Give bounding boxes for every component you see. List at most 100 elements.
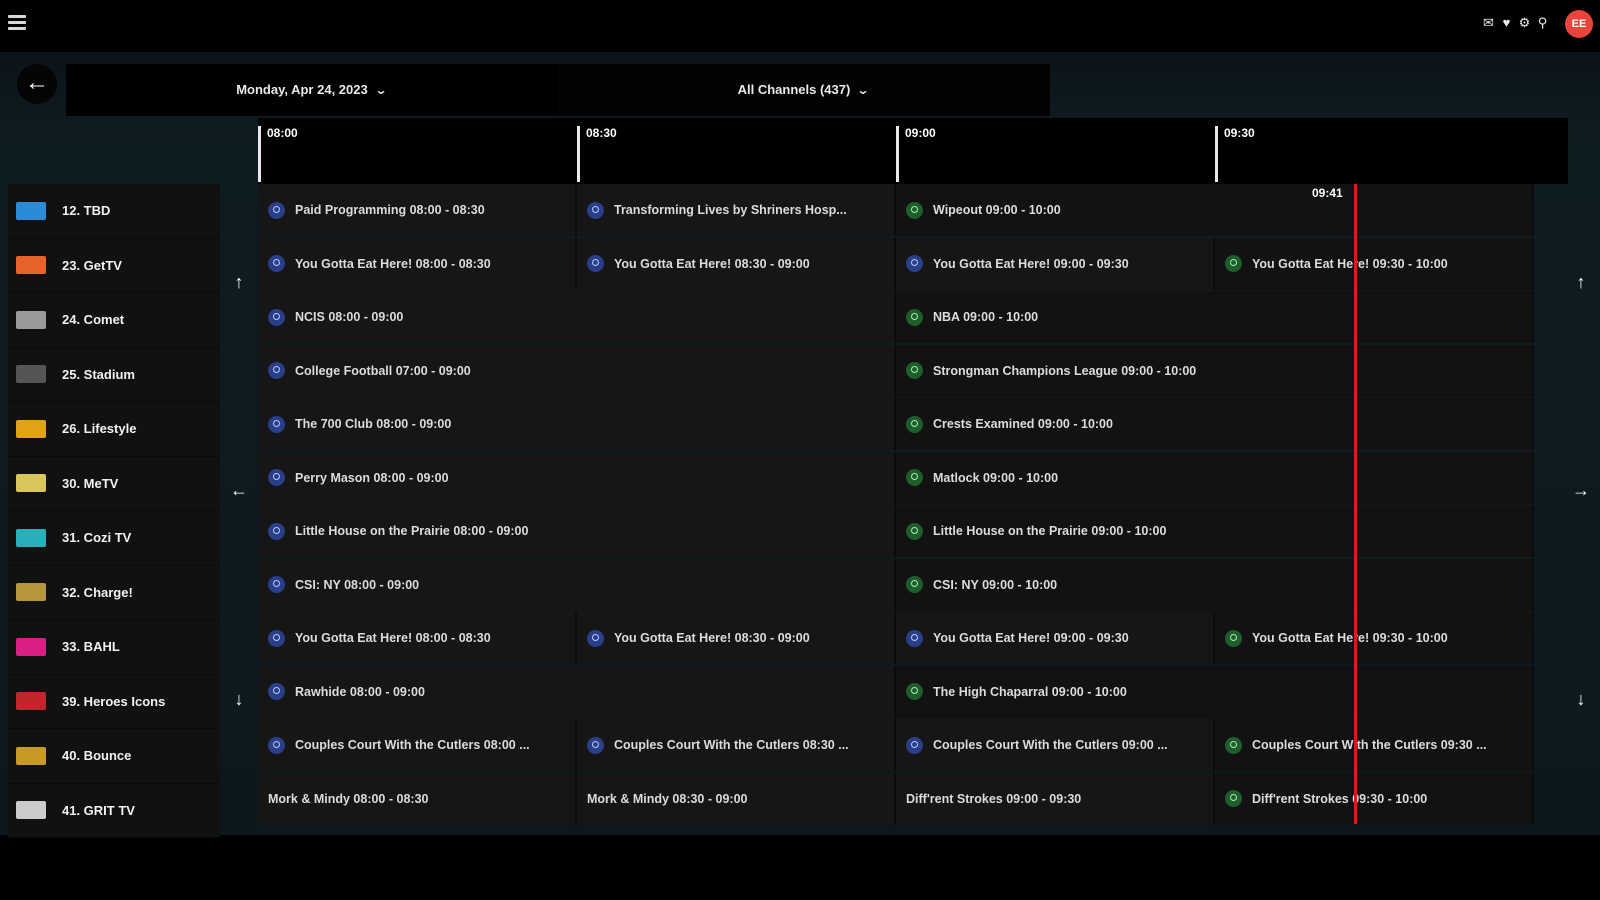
program-title: The 700 Club 08:00 - 09:00 <box>295 417 452 431</box>
program-cell[interactable]: Crests Examined 09:00 - 10:00 <box>896 398 1534 450</box>
program-cell[interactable]: Couples Court With the Cutlers 09:00 ... <box>896 719 1215 771</box>
channel-row[interactable]: 41. GRIT TV <box>8 783 220 838</box>
program-title: Couples Court With the Cutlers 08:00 ... <box>295 738 530 752</box>
schedule-row: CSI: NY 08:00 - 09:00 CSI: NY 09:00 - 10:… <box>258 558 1566 613</box>
channel-name: 41. GRIT TV <box>62 802 135 818</box>
past-status-icon <box>587 255 604 272</box>
live-status-icon <box>1225 255 1242 272</box>
channel-logo <box>16 256 46 275</box>
scroll-up-arrow-icon[interactable]: ↑ <box>1566 272 1596 293</box>
program-cell[interactable]: You Gotta Eat Here! 09:00 - 09:30 <box>896 237 1215 290</box>
program-cell[interactable]: Couples Court With the Cutlers 08:00 ... <box>258 719 577 771</box>
channel-row[interactable]: 39. Heroes Icons <box>8 674 220 729</box>
program-cell[interactable]: Couples Court With the Cutlers 09:30 ... <box>1215 719 1534 771</box>
channel-row[interactable]: 31. Cozi TV <box>8 511 220 566</box>
channel-row[interactable]: 30. MeTV <box>8 456 220 511</box>
program-cell[interactable]: Little House on the Prairie 09:00 - 10:0… <box>896 505 1534 557</box>
scroll-up-arrow-icon[interactable]: ↑ <box>224 272 254 293</box>
program-title: Perry Mason 08:00 - 09:00 <box>295 470 449 485</box>
program-title: Wipeout 09:00 - 10:00 <box>933 203 1061 217</box>
channel-row[interactable]: 33. BAHL <box>8 620 220 675</box>
channel-row[interactable]: 24. Comet <box>8 293 220 348</box>
program-cell[interactable]: You Gotta Eat Here! 09:00 - 09:30 <box>896 612 1215 664</box>
program-cell[interactable]: Paid Programming 08:00 - 08:30 <box>258 184 577 236</box>
past-status-icon <box>906 255 923 272</box>
hamburger-menu-icon[interactable] <box>6 12 28 34</box>
program-title: CSI: NY 09:00 - 10:00 <box>933 577 1058 592</box>
program-cell[interactable]: The 700 Club 08:00 - 09:00 <box>258 398 896 450</box>
program-cell[interactable]: Wipeout 09:00 - 10:00 <box>896 184 1534 236</box>
program-cell[interactable]: You Gotta Eat Here! 09:30 - 10:00 <box>1215 237 1534 290</box>
date-selector[interactable]: Monday, Apr 24, 2023 ⌄ <box>66 64 556 116</box>
scroll-down-arrow-icon[interactable]: ↓ <box>1566 689 1596 710</box>
program-title: You Gotta Eat Here! 08:00 - 08:30 <box>295 256 491 271</box>
program-title: Rawhide 08:00 - 09:00 <box>295 684 425 699</box>
program-cell[interactable]: Matlock 09:00 - 10:00 <box>896 451 1534 504</box>
program-cell[interactable]: You Gotta Eat Here! 08:00 - 08:30 <box>258 237 577 290</box>
program-cell[interactable]: The High Chaparral 09:00 - 10:00 <box>896 665 1534 718</box>
heart-icon[interactable]: ♥ <box>1499 15 1514 31</box>
schedule-row: The 700 Club 08:00 - 09:00 Crests Examine… <box>258 398 1566 452</box>
program-cell[interactable]: Couples Court With the Cutlers 08:30 ... <box>577 719 896 771</box>
program-cell[interactable]: Mork & Mindy 08:00 - 08:30 <box>258 772 577 825</box>
mail-icon[interactable]: ✉ <box>1481 15 1496 31</box>
channel-filter-selector[interactable]: All Channels (437) ⌄ <box>556 64 1050 116</box>
schedule-row: NCIS 08:00 - 09:00 NBA 09:00 - 10:00 <box>258 291 1566 345</box>
program-cell[interactable]: You Gotta Eat Here! 08:00 - 08:30 <box>258 612 577 664</box>
program-cell[interactable]: NBA 09:00 - 10:00 <box>896 291 1534 343</box>
program-cell[interactable]: CSI: NY 09:00 - 10:00 <box>896 558 1534 611</box>
past-status-icon <box>268 415 285 433</box>
program-title: Couples Court With the Cutlers 08:30 ... <box>614 738 849 752</box>
program-title: You Gotta Eat Here! 09:30 - 10:00 <box>1252 256 1448 271</box>
program-title: CSI: NY 08:00 - 09:00 <box>295 577 420 592</box>
program-title: Little House on the Prairie 09:00 - 10:0… <box>933 524 1167 538</box>
program-cell[interactable]: Strongman Champions League 09:00 - 10:00 <box>896 344 1534 397</box>
channel-logo <box>16 365 46 384</box>
program-cell[interactable]: Mork & Mindy 08:30 - 09:00 <box>577 772 896 825</box>
time-tick: 08:00 <box>258 126 298 182</box>
channel-name: 33. BAHL <box>62 639 120 655</box>
search-icon[interactable]: ⚲ <box>1535 15 1550 31</box>
scroll-down-arrow-icon[interactable]: ↓ <box>224 689 254 710</box>
channel-row[interactable]: 26. Lifestyle <box>8 402 220 457</box>
scroll-forward-arrow-icon[interactable]: → <box>1566 480 1596 501</box>
program-cell[interactable]: CSI: NY 08:00 - 09:00 <box>258 558 896 611</box>
live-status-icon <box>906 576 923 593</box>
channel-logo <box>16 201 46 220</box>
program-cell[interactable]: Little House on the Prairie 08:00 - 09:0… <box>258 505 896 557</box>
channel-row[interactable]: 25. Stadium <box>8 347 220 402</box>
program-cell[interactable]: Transforming Lives by Shriners Hosp... <box>577 184 896 236</box>
past-status-icon <box>587 201 604 219</box>
past-status-icon <box>268 255 285 272</box>
channel-name: 31. Cozi TV <box>62 530 132 546</box>
program-cell[interactable]: Rawhide 08:00 - 09:00 <box>258 665 896 718</box>
live-status-icon <box>906 362 923 379</box>
chevron-down-icon: ⌄ <box>856 83 870 97</box>
channel-logo <box>16 801 46 820</box>
avatar[interactable]: EE <box>1565 10 1593 38</box>
program-title: Crests Examined 09:00 - 10:00 <box>933 417 1113 431</box>
program-title: Transforming Lives by Shriners Hosp... <box>614 203 847 217</box>
top-icon-group: ✉ ♥ ⚙ ⚲ <box>1481 15 1550 31</box>
back-arrow-icon[interactable]: ← <box>17 64 57 104</box>
program-cell[interactable]: You Gotta Eat Here! 08:30 - 09:00 <box>577 612 896 664</box>
date-selector-label: Monday, Apr 24, 2023 <box>236 82 368 97</box>
program-cell[interactable]: You Gotta Eat Here! 09:30 - 10:00 <box>1215 612 1534 664</box>
channel-row[interactable]: 40. Bounce <box>8 729 220 784</box>
program-title: Couples Court With the Cutlers 09:00 ... <box>933 738 1168 752</box>
program-cell[interactable]: NCIS 08:00 - 09:00 <box>258 291 896 343</box>
settings-icon[interactable]: ⚙ <box>1517 15 1532 31</box>
schedule-row: Couples Court With the Cutlers 08:00 ...… <box>258 719 1566 773</box>
program-title: Mork & Mindy 08:30 - 09:00 <box>587 791 748 806</box>
program-cell[interactable]: Perry Mason 08:00 - 09:00 <box>258 451 896 504</box>
scroll-back-arrow-icon[interactable]: ← <box>224 480 254 501</box>
current-time-indicator <box>1354 184 1357 824</box>
channel-row[interactable]: 12. TBD <box>8 184 220 239</box>
program-cell[interactable]: Diff'rent Strokes 09:30 - 10:00 <box>1215 772 1534 825</box>
program-cell[interactable]: Diff'rent Strokes 09:00 - 09:30 <box>896 772 1215 825</box>
channel-row[interactable]: 23. GetTV <box>8 238 220 293</box>
program-cell[interactable]: College Football 07:00 - 09:00 <box>258 344 896 397</box>
channel-row[interactable]: 32. Charge! <box>8 565 220 620</box>
past-status-icon <box>906 629 923 647</box>
program-cell[interactable]: You Gotta Eat Here! 08:30 - 09:00 <box>577 237 896 290</box>
